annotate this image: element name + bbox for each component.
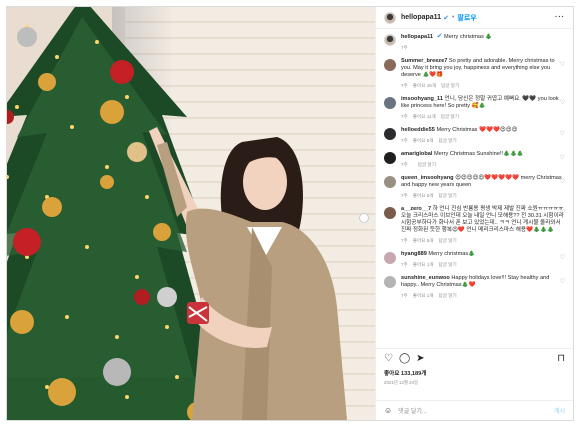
reply-button[interactable]: 답글 달기 bbox=[441, 114, 459, 119]
reply-button[interactable]: 답글 달기 bbox=[439, 293, 457, 298]
reply-button[interactable]: 답글 달기 bbox=[439, 138, 457, 143]
avatar[interactable] bbox=[384, 11, 396, 24]
comment-likes[interactable]: 좋아요 1개 bbox=[413, 262, 434, 267]
comment-icon[interactable]: ◯ bbox=[399, 353, 410, 364]
comment-username[interactable]: helloeddie55 bbox=[401, 127, 435, 133]
carousel-next-icon[interactable] bbox=[359, 213, 369, 223]
avatar[interactable] bbox=[384, 34, 396, 46]
caption-text: Merry christmas 🎄 bbox=[444, 34, 493, 40]
comment-item: amariglobal Merry Christmas Sunshine!!🎄🎄… bbox=[384, 151, 565, 168]
comment-username[interactable]: sunshine_eunwoo bbox=[401, 275, 450, 281]
post-comment-button[interactable]: 게시 bbox=[554, 406, 565, 415]
comment-likes[interactable]: 좋아요 1개 bbox=[413, 293, 434, 298]
caption-username[interactable]: hellopapa11 bbox=[401, 34, 433, 40]
avatar[interactable] bbox=[384, 207, 396, 219]
comment-item: imsoohyang_11 언니, 당신은 정말 귀엽고 예뻐요. 🖤🖤 you… bbox=[384, 96, 565, 120]
reply-button[interactable]: 답글 달기 bbox=[441, 83, 459, 88]
avatar[interactable] bbox=[384, 152, 396, 164]
comment-item: Summer_breeze7 So pretty and adorable. M… bbox=[384, 58, 565, 89]
comment-likes[interactable]: 좋아요 5개 bbox=[413, 193, 434, 198]
action-bar: ♡ ◯ ➤ ⊓ 좋아요 133,189개 2021년 12월 24일 bbox=[376, 348, 573, 400]
comment-time: 7주 bbox=[401, 293, 408, 298]
comment-username[interactable]: a__zero__7 bbox=[401, 206, 431, 212]
verified-badge-icon: ✔ bbox=[443, 14, 449, 22]
like-comment-icon[interactable]: ♡ bbox=[560, 278, 565, 285]
comment-time: 7주 bbox=[401, 162, 408, 167]
avatar[interactable] bbox=[384, 252, 396, 264]
avatar[interactable] bbox=[384, 97, 396, 109]
comment-item: queen_imsoohyang 😍😍😍😍😍❤️❤️❤️❤️❤️ merry C… bbox=[384, 175, 565, 199]
like-comment-icon[interactable]: ♡ bbox=[560, 99, 565, 106]
paper-plane-icon[interactable]: ➤ bbox=[416, 353, 424, 364]
comment-time: 7주 bbox=[401, 238, 408, 243]
comment-item: hyang889 Merry christmas🎄 7주 좋아요 1개 답글 달기 ♡ bbox=[384, 251, 565, 268]
add-comment-bar: ☺ 댓글 달기... 게시 bbox=[376, 400, 573, 420]
comments-panel: hellopapa11 ✔ • 팔로우 ··· hellopapa11 ✔ Me… bbox=[375, 7, 573, 420]
comment-likes[interactable]: 좋아요 11개 bbox=[413, 114, 436, 119]
post-header: hellopapa11 ✔ • 팔로우 ··· bbox=[376, 7, 573, 29]
smiley-icon[interactable]: ☺ bbox=[384, 406, 392, 415]
like-comment-icon[interactable]: ♡ bbox=[560, 209, 565, 216]
comment-text: Merry christmas🎄 bbox=[428, 251, 476, 257]
avatar[interactable] bbox=[384, 59, 396, 71]
instagram-post: hellopapa11 ✔ • 팔로우 ··· hellopapa11 ✔ Me… bbox=[6, 6, 574, 421]
comment-likes[interactable]: 좋아요 5개 bbox=[413, 138, 434, 143]
comment-username[interactable]: hyang889 bbox=[401, 251, 427, 257]
follow-button[interactable]: 팔로우 bbox=[457, 13, 476, 23]
header-username[interactable]: hellopapa11 bbox=[401, 14, 441, 21]
caption: hellopapa11 ✔ Merry christmas 🎄 7주 bbox=[384, 33, 565, 51]
reply-button[interactable]: 답글 달기 bbox=[439, 262, 457, 267]
verified-badge-icon: ✔ bbox=[436, 33, 443, 40]
comment-likes[interactable]: 좋아요 15개 bbox=[413, 83, 436, 88]
comment-item: a__zero__7 하 언니 진심 반룡용 평생 박제 제발 진짜 소원ㅠㅠㅠ… bbox=[384, 206, 565, 244]
more-dots-icon[interactable]: ··· bbox=[555, 14, 565, 21]
post-date: 2021년 12월 24일 bbox=[384, 380, 419, 385]
comment-username[interactable]: amariglobal bbox=[401, 151, 432, 157]
post-photo[interactable] bbox=[7, 7, 375, 420]
comment-time: 7주 bbox=[401, 83, 408, 88]
comment-text: Merry Christmas Sunshine!!🎄🎄🎄 bbox=[433, 151, 524, 157]
comment-username[interactable]: imsoohyang_11 bbox=[401, 96, 443, 102]
comment-username[interactable]: queen_imsoohyang bbox=[401, 175, 454, 181]
comment-likes[interactable]: 좋아요 5개 bbox=[413, 238, 434, 243]
comment-time: 7주 bbox=[401, 138, 408, 143]
comment-time: 7주 bbox=[401, 193, 408, 198]
comment-item: sunshine_eunwoo Happy holidays love!!! S… bbox=[384, 275, 565, 299]
avatar[interactable] bbox=[384, 128, 396, 140]
woman-figure-image bbox=[149, 127, 347, 420]
reply-button[interactable]: 답글 달기 bbox=[439, 193, 457, 198]
bookmark-icon[interactable]: ⊓ bbox=[557, 353, 565, 364]
like-comment-icon[interactable]: ♡ bbox=[560, 130, 565, 137]
comment-item: helloeddie55 Merry Christmas ❤️❤️❤️😍😍😍 7주… bbox=[384, 127, 565, 144]
like-comment-icon[interactable]: ♡ bbox=[560, 254, 565, 261]
like-comment-icon[interactable]: ♡ bbox=[560, 61, 565, 68]
reply-button[interactable]: 답글 달기 bbox=[439, 238, 457, 243]
like-comment-icon[interactable]: ♡ bbox=[560, 154, 565, 161]
comment-username[interactable]: Summer_breeze7 bbox=[401, 58, 447, 64]
heart-outline-icon[interactable]: ♡ bbox=[384, 353, 393, 364]
caption-time: 7주 bbox=[401, 45, 408, 50]
comments-list: hellopapa11 ✔ Merry christmas 🎄 7주 Summe… bbox=[376, 29, 573, 348]
comment-text: Merry Christmas ❤️❤️❤️😍😍😍 bbox=[436, 127, 518, 133]
likes-count[interactable]: 좋아요 133,189개 bbox=[384, 369, 565, 377]
like-comment-icon[interactable]: ♡ bbox=[560, 178, 565, 185]
avatar[interactable] bbox=[384, 176, 396, 188]
avatar[interactable] bbox=[384, 276, 396, 288]
comment-input[interactable]: 댓글 달기... bbox=[398, 406, 427, 415]
comment-time: 7주 bbox=[401, 114, 408, 119]
reply-button[interactable]: 답글 달기 bbox=[418, 162, 436, 167]
comment-time: 7주 bbox=[401, 262, 408, 267]
